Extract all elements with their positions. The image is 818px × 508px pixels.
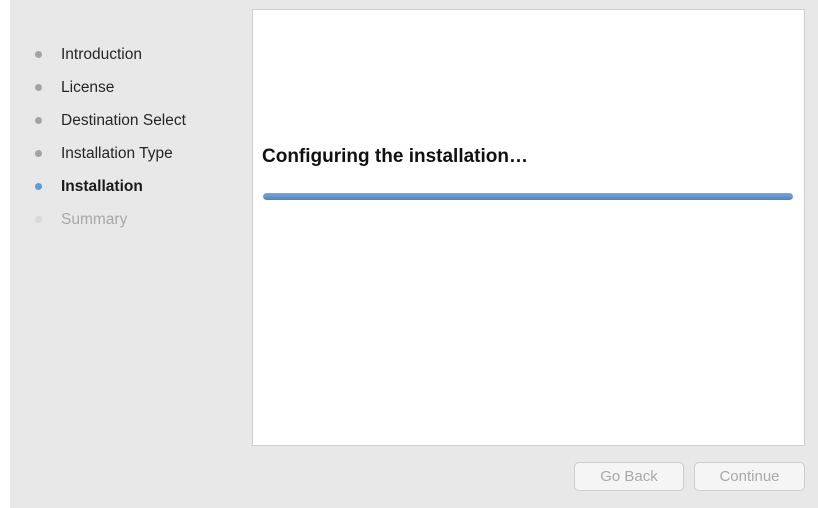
step-dot-pending-icon (35, 216, 42, 223)
button-bar: Go Back Continue (10, 462, 818, 492)
installation-status-text: Configuring the installation… (262, 146, 528, 167)
installer-window: Introduction License Destination Select … (10, 0, 818, 508)
step-dot-icon (35, 51, 42, 58)
installer-steps-sidebar: Introduction License Destination Select … (10, 0, 252, 460)
step-dot-icon (35, 117, 42, 124)
step-label: Introduction (61, 45, 142, 63)
installation-progress-bar (263, 193, 793, 200)
go-back-button[interactable]: Go Back (574, 462, 684, 491)
step-label: Installation (61, 177, 143, 195)
step-label: Destination Select (61, 111, 186, 129)
step-dot-icon (35, 84, 42, 91)
installer-content-pane: Configuring the installation… (252, 9, 805, 446)
step-label: Summary (61, 210, 128, 228)
step-dot-icon (35, 150, 42, 157)
step-dot-active-icon (35, 183, 42, 190)
step-label: License (61, 78, 115, 96)
progress-bar-fill (263, 193, 793, 200)
step-label: Installation Type (61, 144, 173, 162)
continue-button[interactable]: Continue (694, 462, 805, 491)
